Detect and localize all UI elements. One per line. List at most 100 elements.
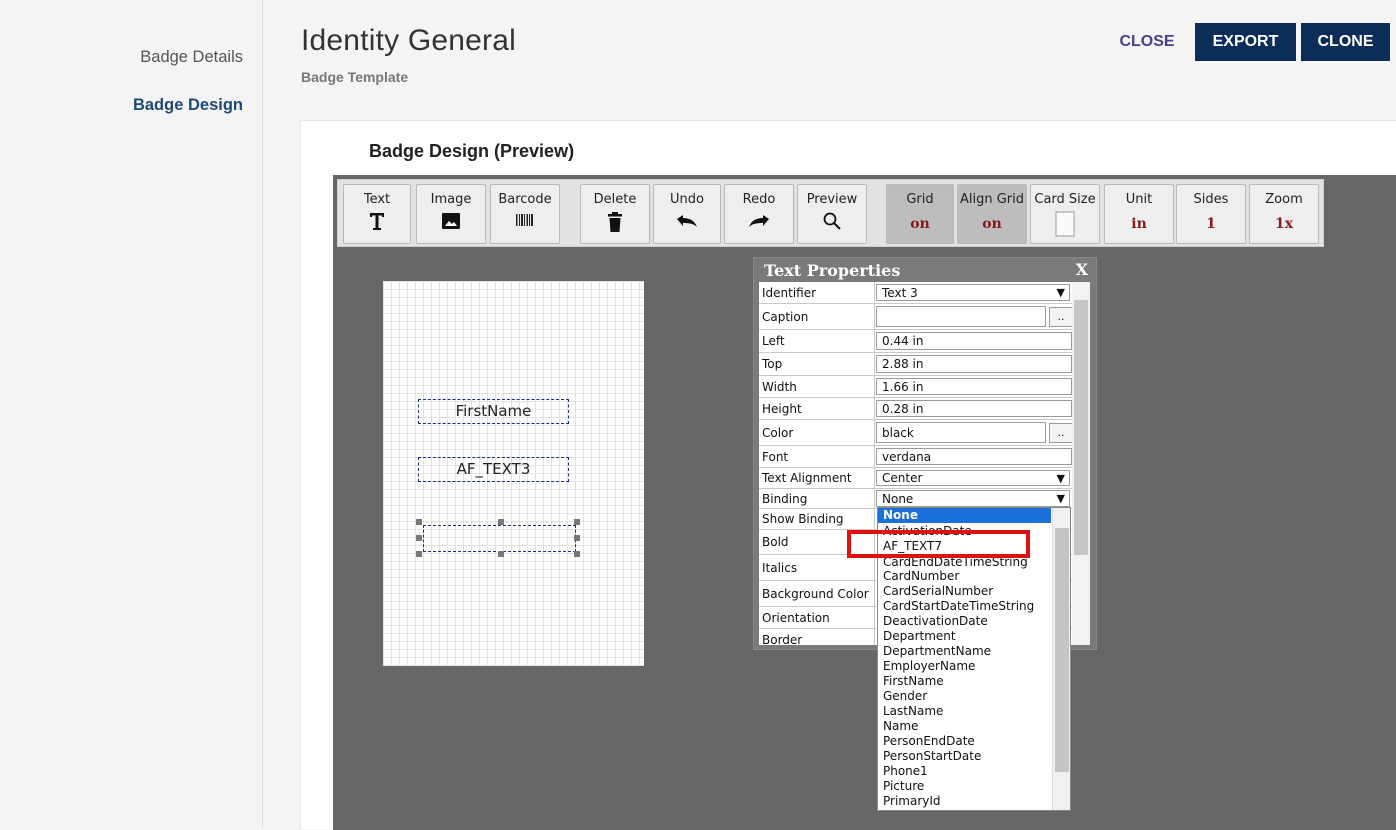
card-size-button[interactable]: Card Size	[1030, 184, 1100, 244]
preview-button[interactable]: Preview	[797, 184, 867, 244]
badge-field-firstname[interactable]: FirstName	[418, 399, 569, 424]
zoom-label: Zoom	[1265, 192, 1303, 207]
grid-label: Grid	[906, 192, 934, 207]
binding-option[interactable]: Gender	[878, 689, 1051, 704]
chevron-down-icon: ▼	[1056, 492, 1065, 505]
binding-option[interactable]: Department	[878, 629, 1051, 644]
prop-name: Font	[760, 446, 875, 467]
panel-close-button[interactable]: X	[1076, 260, 1088, 279]
width-input[interactable]: 1.66 in	[876, 378, 1072, 395]
delete-tool-button[interactable]: Delete	[580, 184, 650, 244]
resize-handle[interactable]	[498, 551, 504, 557]
preview-label: Preview	[806, 192, 858, 207]
align-grid-label: Align Grid	[959, 192, 1025, 207]
binding-option[interactable]: EmployerName	[878, 659, 1051, 674]
prop-row-text-alignment: Text Alignment Center ▼	[759, 468, 1072, 489]
left-input[interactable]: 0.44 in	[876, 332, 1072, 350]
zoom-value: 1x	[1274, 216, 1294, 232]
undo-button[interactable]: Undo	[653, 184, 721, 244]
caption-input[interactable]	[876, 306, 1046, 327]
identifier-select[interactable]: Text 3 ▼	[876, 284, 1070, 301]
unit-label: Unit	[1125, 192, 1153, 207]
prop-name: Border	[760, 629, 875, 645]
badge-field-af-text3[interactable]: AF_TEXT3	[418, 457, 569, 482]
barcode-icon	[491, 211, 559, 237]
resize-handle[interactable]	[416, 519, 422, 525]
binding-option[interactable]: Name	[878, 719, 1051, 734]
panel-scrollbar[interactable]	[1072, 282, 1090, 645]
text-alignment-select[interactable]: Center ▼	[876, 470, 1070, 486]
binding-option[interactable]: Picture	[878, 779, 1051, 794]
prop-row-caption: Caption ..	[759, 304, 1072, 330]
binding-option[interactable]: PersonStartDate	[878, 749, 1051, 764]
panel-scrollbar-thumb[interactable]	[1074, 300, 1088, 555]
sides-button[interactable]: Sides 1	[1176, 184, 1246, 244]
binding-option[interactable]: LastName	[878, 704, 1051, 719]
caption-browse-button[interactable]: ..	[1049, 307, 1072, 327]
text-alignment-value: Center	[882, 471, 923, 485]
prop-name: Height	[760, 398, 875, 419]
prop-row-left: Left 0.44 in	[759, 330, 1072, 353]
barcode-tool-label: Barcode	[498, 192, 552, 207]
image-icon	[417, 211, 485, 237]
resize-handle[interactable]	[416, 551, 422, 557]
close-button[interactable]: CLOSE	[1111, 23, 1183, 61]
nav-item-badge-details[interactable]: Badge Details	[140, 48, 243, 67]
binding-option[interactable]: DepartmentName	[878, 644, 1051, 659]
prop-name: Background Color	[760, 581, 875, 606]
clone-button[interactable]: CLONE	[1301, 23, 1390, 61]
delete-tool-label: Delete	[593, 192, 637, 207]
prop-row-identifier: Identifier Text 3 ▼	[759, 282, 1072, 304]
align-grid-toggle[interactable]: Align Grid on	[957, 184, 1027, 244]
binding-option[interactable]: PrimaryId	[878, 794, 1051, 809]
text-tool-button[interactable]: Text	[343, 184, 411, 244]
prop-name: Show Binding	[760, 509, 875, 529]
resize-handle[interactable]	[574, 519, 580, 525]
color-picker-button[interactable]: ..	[1049, 423, 1072, 443]
export-button[interactable]: EXPORT	[1195, 23, 1296, 61]
color-input[interactable]: black	[876, 422, 1046, 443]
dropdown-scrollbar-thumb[interactable]	[1055, 528, 1069, 772]
grid-toggle[interactable]: Grid on	[886, 184, 954, 244]
top-input[interactable]: 2.88 in	[876, 355, 1072, 373]
resize-handle[interactable]	[574, 535, 580, 541]
height-input[interactable]: 0.28 in	[876, 400, 1072, 417]
panel-header[interactable]: Text Properties X	[754, 258, 1096, 282]
binding-option[interactable]: PersonEndDate	[878, 734, 1051, 749]
text-icon	[344, 211, 410, 237]
prop-name: Top	[760, 353, 875, 375]
image-tool-button[interactable]: Image	[416, 184, 486, 244]
prop-row-top: Top 2.88 in	[759, 353, 1072, 376]
redo-button[interactable]: Redo	[724, 184, 794, 244]
barcode-tool-button[interactable]: Barcode	[490, 184, 560, 244]
nav-item-badge-design[interactable]: Badge Design	[133, 96, 243, 115]
resize-handle[interactable]	[498, 519, 504, 525]
zoom-button[interactable]: Zoom 1x	[1249, 184, 1319, 244]
badge-preview[interactable]: FirstName AF_TEXT3	[383, 281, 644, 666]
design-canvas[interactable]: Text Image Barcode Delete Undo Redo Prev…	[333, 175, 1396, 830]
font-input[interactable]: verdana	[876, 448, 1072, 465]
page-title: Identity General	[301, 24, 516, 57]
binding-option[interactable]: CardNumber	[878, 569, 1051, 584]
binding-option[interactable]: FirstName	[878, 674, 1051, 689]
dropdown-scrollbar[interactable]	[1052, 508, 1070, 810]
resize-handle[interactable]	[574, 551, 580, 557]
unit-button[interactable]: Unit in	[1104, 184, 1174, 244]
align-grid-value: on	[982, 216, 1002, 232]
binding-select[interactable]: None ▼	[876, 490, 1070, 507]
text-tool-label: Text	[363, 192, 391, 207]
binding-option[interactable]: Phone1	[878, 764, 1051, 779]
binding-option[interactable]: DeactivationDate	[878, 614, 1051, 629]
prop-name: Caption	[760, 304, 875, 329]
page-subtitle: Badge Template	[301, 69, 409, 85]
binding-option[interactable]: CardStartDateTimeString	[878, 599, 1051, 614]
binding-option[interactable]: None	[878, 508, 1051, 523]
binding-option[interactable]: CardSerialNumber	[878, 584, 1051, 599]
resize-handle[interactable]	[416, 535, 422, 541]
prop-name: Color	[760, 420, 875, 445]
prop-row-color: Color black ..	[759, 420, 1072, 446]
identifier-value: Text 3	[882, 285, 918, 300]
magnifier-icon	[798, 211, 866, 237]
design-toolbar: Text Image Barcode Delete Undo Redo Prev…	[337, 179, 1324, 247]
badge-field-selected[interactable]	[423, 525, 576, 552]
